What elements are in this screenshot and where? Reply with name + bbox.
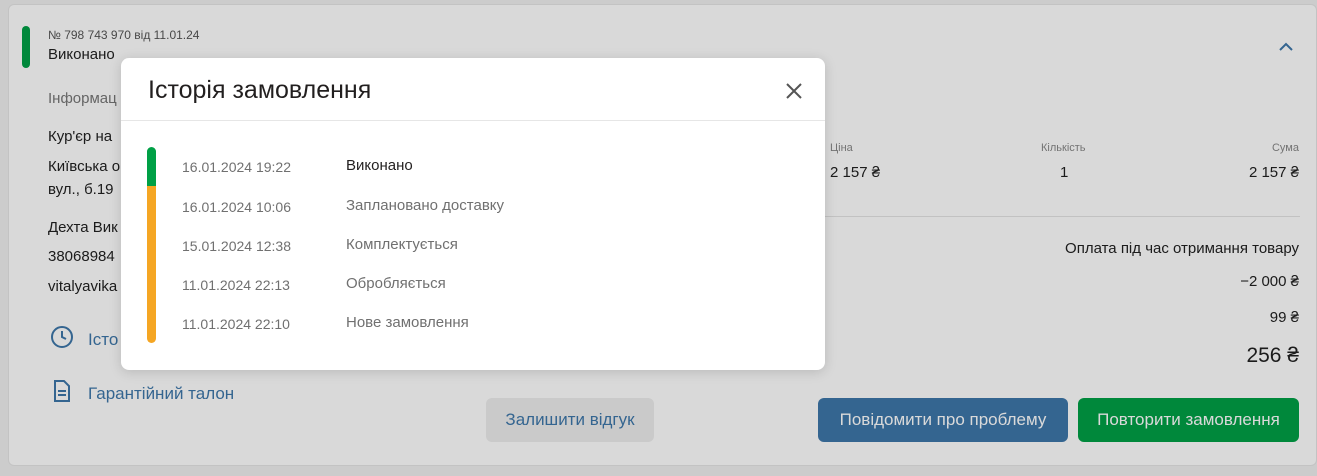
modal-header: Історія замовлення bbox=[121, 58, 825, 121]
history-item: 16.01.2024 10:06 Заплановано доставку bbox=[182, 197, 782, 217]
history-status: Нове замовлення bbox=[346, 314, 469, 331]
history-date: 15.01.2024 12:38 bbox=[182, 238, 291, 254]
timeline-past-segment bbox=[147, 186, 156, 343]
timeline-current-segment bbox=[147, 147, 156, 188]
history-date: 11.01.2024 22:10 bbox=[182, 316, 290, 332]
history-date: 16.01.2024 10:06 bbox=[182, 199, 291, 215]
history-status: Заплановано доставку bbox=[346, 197, 505, 214]
history-item: 11.01.2024 22:10 Нове замовлення bbox=[182, 314, 782, 334]
modal-title: Історія замовлення bbox=[148, 76, 372, 104]
close-icon[interactable] bbox=[781, 78, 807, 104]
history-date: 11.01.2024 22:13 bbox=[182, 277, 290, 293]
history-item: 15.01.2024 12:38 Комплектується bbox=[182, 236, 782, 256]
history-item: 11.01.2024 22:13 Обробляється bbox=[182, 275, 782, 295]
history-item: 16.01.2024 19:22 Виконано bbox=[182, 157, 782, 177]
history-status: Комплектується bbox=[346, 236, 458, 253]
history-status: Виконано bbox=[346, 157, 413, 174]
history-status: Обробляється bbox=[346, 275, 446, 292]
history-date: 16.01.2024 19:22 bbox=[182, 159, 291, 175]
order-history-modal: Історія замовлення 16.01.2024 19:22 Вико… bbox=[121, 58, 825, 370]
